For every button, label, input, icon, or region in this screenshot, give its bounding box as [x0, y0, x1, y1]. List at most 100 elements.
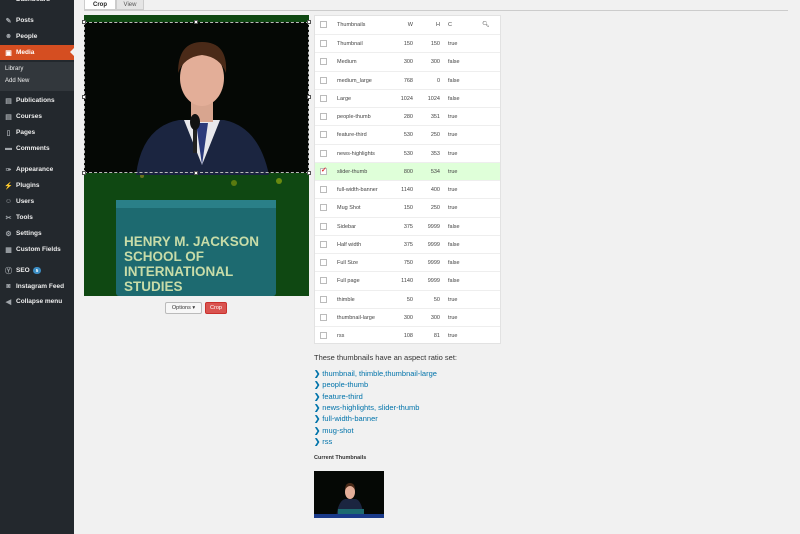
row-checkbox[interactable] [320, 295, 327, 303]
aspect-ratio-link-label: thumbnail, thimble,thumbnail-large [322, 369, 437, 378]
table-row[interactable]: Medium 300 300 false [315, 52, 500, 70]
table-row[interactable]: thumbnail-large 300 300 true [315, 307, 500, 326]
table-row[interactable]: news-highlights 530 353 true [315, 143, 500, 162]
search-icon[interactable]: 🔍︎ [482, 21, 490, 28]
aspect-ratio-link[interactable]: ❯ thumbnail, thimble,thumbnail-large [314, 369, 437, 378]
sidebar-item-settings[interactable]: ⚙ Settings [0, 226, 74, 241]
table-row[interactable]: Full page 1140 9999 false [315, 271, 500, 289]
table-row[interactable]: people-thumb 280 351 true [315, 107, 500, 125]
sidebar-item-pages[interactable]: ▯ Pages [0, 125, 74, 140]
sidebar-item-custom-fields[interactable]: ▦ Custom Fields [0, 242, 74, 257]
row-checkbox[interactable] [320, 149, 327, 157]
row-checkbox[interactable] [320, 259, 327, 266]
row-checkbox[interactable] [320, 204, 327, 212]
thumbnail-height: 534 [430, 168, 440, 175]
thumbnail-height: 1024 [427, 95, 440, 102]
row-checkbox[interactable] [320, 58, 327, 66]
chevron-right-icon: ❯ [314, 369, 321, 378]
chevron-right-icon: ❯ [314, 391, 321, 401]
sidebar-item-comments[interactable]: ▬ Comments [0, 141, 74, 156]
thumbnail-width: 768 [403, 77, 413, 84]
table-row[interactable]: full-width-banner 1140 400 true [315, 180, 500, 198]
thumbnail-name: thimble [337, 296, 355, 303]
thumbnail-crop: true [448, 205, 458, 212]
thumbnail-name: full-width-banner [337, 187, 378, 193]
row-checkbox[interactable] [320, 332, 327, 339]
current-thumbnails-heading: Current Thumbnails [314, 455, 367, 461]
sidebar-item-label: Tools [16, 214, 33, 221]
row-checkbox[interactable] [320, 313, 327, 321]
table-row[interactable]: Full Size 750 9999 false [315, 253, 500, 271]
options-button[interactable]: Options ▾ [165, 302, 202, 314]
thumbnail-crop: true [448, 296, 458, 303]
thumbnail-height: 9999 [427, 260, 440, 266]
row-checkbox[interactable] [320, 186, 327, 193]
row-checkbox[interactable] [320, 76, 327, 84]
table-row[interactable]: thimble 50 50 true [315, 289, 500, 308]
row-checkbox[interactable] [320, 113, 327, 120]
thumbnail-crop: false [448, 59, 460, 66]
table-row[interactable]: medium_large 768 0 false [315, 70, 500, 89]
sidebar-item-media[interactable]: ▣ Media [0, 45, 74, 60]
table-row[interactable]: Half width 375 9999 false [315, 234, 500, 253]
collapse-icon: ◀ [5, 298, 12, 306]
table-row[interactable]: Thumbnail 150 150 true [315, 34, 500, 52]
table-row[interactable]: Large 1024 1024 false [315, 88, 500, 107]
row-checkbox[interactable] [320, 94, 327, 102]
table-row[interactable]: feature-third 530 250 true [315, 125, 500, 143]
table-row[interactable]: slider-thumb 800 534 true [315, 161, 500, 180]
crop-image[interactable]: HENRY M. JACKSON SCHOOL OF INTERNATIONAL… [84, 15, 309, 296]
sidebar-item-users[interactable]: ☺ Users [0, 194, 74, 209]
aspect-ratio-link[interactable]: ❯ full-width-banner [314, 414, 378, 423]
sidebar-item-tools[interactable]: ✂ Tools [0, 210, 74, 225]
crop-button[interactable]: Crop [205, 302, 227, 314]
settings-icon: ⚙ [5, 230, 12, 238]
row-checkbox[interactable] [320, 240, 327, 248]
thumbnail-height: 353 [430, 150, 440, 157]
tab-view[interactable]: View [116, 0, 144, 10]
courses-icon: ▤ [5, 113, 12, 121]
table-row[interactable]: Sidebar 375 9999 false [315, 216, 500, 235]
sidebar-item-collapse-menu[interactable]: ◀ Collapse menu [0, 294, 74, 309]
thumbnail-width: 1024 [400, 95, 413, 102]
sidebar-item-posts[interactable]: ✎ Posts [0, 13, 74, 28]
submenu-add-new[interactable]: Add New [5, 78, 29, 84]
sidebar-item-seo[interactable]: Ⓨ SEO 5 [0, 263, 74, 278]
thumbnail-name: slider-thumb [337, 168, 368, 175]
chevron-right-icon: ❯ [314, 380, 321, 390]
submenu-library[interactable]: Library [5, 66, 23, 72]
table-row[interactable]: rss 108 81 true [315, 326, 500, 344]
chevron-right-icon: ❯ [314, 425, 321, 435]
row-checkbox[interactable] [320, 40, 327, 47]
thumbnail-crop: true [448, 333, 458, 339]
sidebar-item-instagram-feed[interactable]: ◙ Instagram Feed [0, 279, 74, 294]
aspect-ratio-link[interactable]: ❯ people-thumb [314, 380, 368, 389]
sidebar-item-plugins[interactable]: ⚡ Plugins [0, 178, 74, 193]
tab-crop[interactable]: Crop [84, 0, 116, 10]
aspect-ratio-link[interactable]: ❯ feature-third [314, 392, 363, 401]
thumbnail-height: 50 [433, 296, 440, 303]
tools-icon: ✂ [5, 214, 12, 222]
select-all-checkbox[interactable] [320, 21, 327, 28]
thumbnail-name: thumbnail-large [337, 314, 375, 321]
row-checkbox[interactable] [320, 222, 327, 230]
sidebar-item-appearance[interactable]: ✑ Appearance [0, 162, 74, 177]
sidebar-item-people[interactable]: ☻ People [0, 29, 74, 44]
sidebar-item-dashboard[interactable]: ◔Dashboard [0, 0, 74, 7]
sidebar-item-label: Appearance [16, 166, 54, 173]
thumbnail-width: 50 [406, 296, 413, 303]
row-checkbox[interactable] [320, 277, 327, 285]
row-checkbox[interactable] [320, 166, 327, 175]
sidebar-item-courses[interactable]: ▤ Courses [0, 109, 74, 124]
aspect-ratio-link-label: full-width-banner [322, 414, 378, 424]
row-checkbox[interactable] [320, 131, 327, 139]
table-row[interactable]: Mug Shot 150 250 true [315, 198, 500, 216]
current-thumbnail-preview[interactable] [314, 471, 384, 518]
sidebar-item-publications[interactable]: ▤ Publications [0, 93, 74, 108]
podium-line-3: INTERNATIONAL [124, 264, 233, 279]
thumbnail-crop: false [448, 241, 460, 248]
thumbnail-name: Mug Shot [337, 205, 361, 212]
aspect-ratio-link[interactable]: ❯ mug-shot [314, 426, 354, 435]
aspect-ratio-link[interactable]: ❯ news-highlights, slider-thumb [314, 403, 419, 412]
aspect-ratio-link[interactable]: ❯ rss [314, 437, 332, 446]
